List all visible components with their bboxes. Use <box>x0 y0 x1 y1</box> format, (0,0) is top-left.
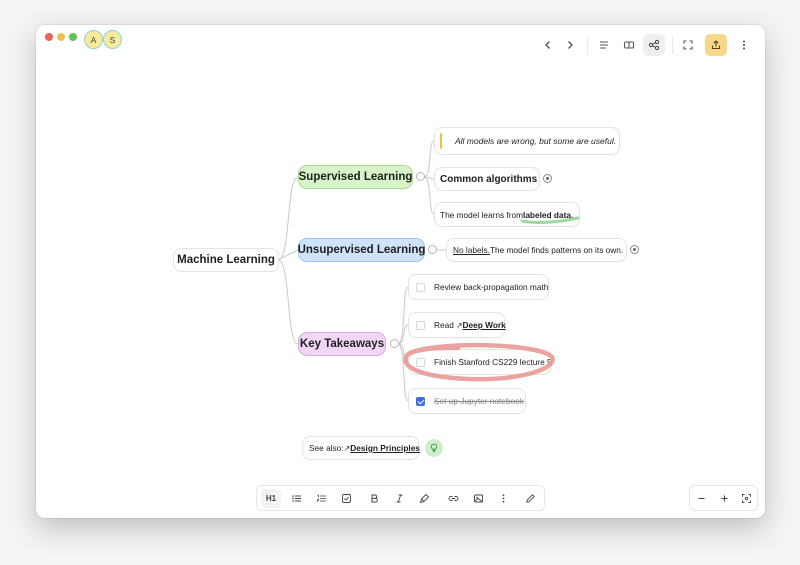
pen-button[interactable] <box>520 489 540 508</box>
heading-button[interactable]: H1 <box>261 489 281 508</box>
branch-port[interactable] <box>416 172 425 181</box>
takeaway-item[interactable]: Review back-propagation math <box>408 274 549 300</box>
branch-key-takeaways[interactable]: Key Takeaways <box>298 332 386 356</box>
see-also-link[interactable]: Design Principles <box>350 443 420 453</box>
fit-screen-icon <box>741 494 751 503</box>
see-also-label: See also: <box>309 443 344 453</box>
takeaway-item[interactable]: Set up Jupyter notebook <box>408 388 526 414</box>
numbered-list-icon <box>315 494 326 502</box>
link-button[interactable] <box>443 489 463 508</box>
description-text: The model finds patterns on its own. <box>489 245 624 255</box>
checkbox-button[interactable] <box>336 489 356 508</box>
bold-icon <box>371 494 378 503</box>
zoom-in-icon <box>721 495 727 502</box>
checkbox[interactable] <box>416 320 425 330</box>
quote-text: All models are wrong, but some are usefu… <box>455 136 617 146</box>
highlight-button[interactable] <box>414 489 434 508</box>
italic-button[interactable] <box>389 489 409 508</box>
zoom-toolbar <box>689 485 758 511</box>
fit-screen-button[interactable] <box>736 489 756 508</box>
underlined-text: No labels. <box>453 245 490 255</box>
image-button[interactable] <box>468 489 488 508</box>
branch-unsupervised-learning[interactable]: Unsupervised Learning <box>298 238 425 262</box>
branch-port[interactable] <box>428 245 437 254</box>
algorithms-node[interactable]: Common algorithms <box>434 167 540 191</box>
pen-icon <box>525 494 535 503</box>
collapse-toggle-icon[interactable] <box>630 245 639 254</box>
italic-icon <box>396 494 402 503</box>
supervised-description-node[interactable]: The model learns from labeled data. <box>434 202 580 227</box>
quote-node[interactable]: All models are wrong, but some are usefu… <box>434 127 620 155</box>
numbered-list-button[interactable] <box>311 489 331 508</box>
see-also-node[interactable]: See also: ↗ Design Principles <box>302 436 420 460</box>
takeaway-text: Set up Jupyter notebook <box>434 396 524 406</box>
lightbulb-icon <box>430 443 438 452</box>
branch-supervised-learning[interactable]: Supervised Learning <box>298 165 413 189</box>
arrow-link-icon: ↗ <box>455 320 463 330</box>
collapse-toggle-icon[interactable] <box>543 174 552 183</box>
book-link[interactable]: Deep Work <box>463 320 506 330</box>
zoom-in-button[interactable] <box>714 489 734 508</box>
takeaway-item[interactable]: Read ↗ Deep Work <box>408 312 506 338</box>
app-window: A S Machine Learning Supervised Learning… <box>36 25 765 518</box>
takeaway-text: Review back-propagation math <box>434 282 549 292</box>
bold-button[interactable] <box>364 489 384 508</box>
highlight-stroke <box>520 216 580 224</box>
unsupervised-description-node[interactable]: No labels. The model finds patterns on i… <box>446 238 627 262</box>
more-format-button[interactable] <box>493 489 513 508</box>
link-icon <box>448 496 458 501</box>
more-vertical-icon <box>502 494 504 503</box>
image-icon <box>473 494 483 503</box>
bullet-list-icon <box>291 495 301 502</box>
format-toolbar: H1 <box>256 485 545 511</box>
root-node[interactable]: Machine Learning <box>173 248 279 272</box>
arrow-link-icon: ↗ <box>343 443 351 453</box>
checkbox[interactable] <box>416 282 425 292</box>
highlight-icon <box>419 493 429 504</box>
circled-annotation <box>403 342 555 382</box>
checkbox-icon <box>341 494 351 503</box>
checked-checkbox[interactable] <box>416 396 425 406</box>
idea-button[interactable] <box>425 439 443 457</box>
quote-bar <box>440 133 442 149</box>
zoom-out-button[interactable] <box>691 489 711 508</box>
description-text: The model learns from <box>440 209 524 220</box>
zoom-out-icon <box>698 498 704 499</box>
takeaway-text: Read <box>434 320 454 330</box>
heading-icon: H1 <box>265 494 277 503</box>
bullet-list-button[interactable] <box>286 489 306 508</box>
